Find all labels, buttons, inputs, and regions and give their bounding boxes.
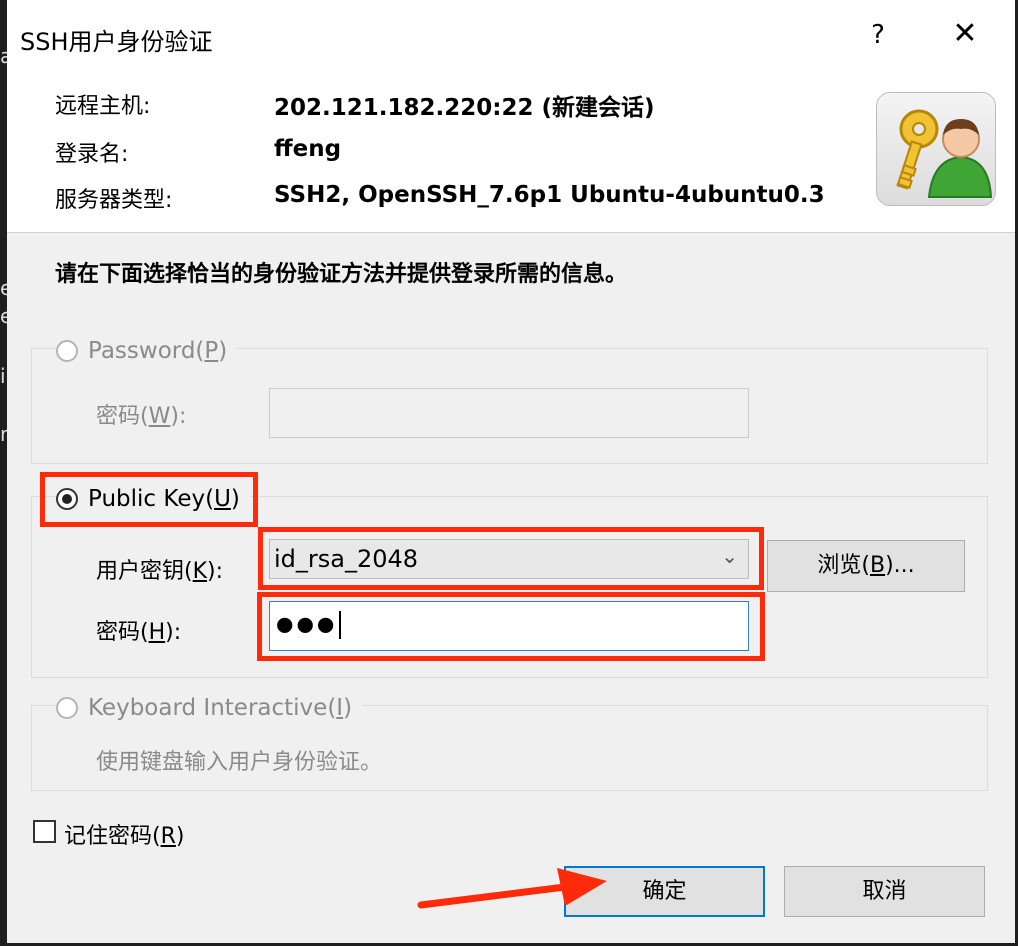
browse-button[interactable]: 浏览(B)... [767,540,965,592]
window-title: SSH用户身份验证 [20,28,213,56]
key-user-icon [876,92,996,206]
passphrase-label: 密码(H): [96,620,182,645]
remember-password-checkbox[interactable] [33,820,56,843]
edge-glyph: i [0,364,6,388]
password-field-label: 密码(W): [96,404,187,429]
remote-host-value: 202.121.182.220:22 (新建会话) [274,95,655,121]
password-field[interactable] [269,388,749,438]
keyboard-interactive-radio-button[interactable] [56,697,78,719]
publickey-radio-label: Public Key(U) [88,486,240,512]
user-key-label: 用户密钥(K): [96,559,224,584]
passphrase-mask: ●●● [276,611,338,636]
user-key-value: id_rsa_2048 [274,545,419,573]
instruction-text: 请在下面选择恰当的身份验证方法并提供登录所需的信息。 [55,262,628,287]
login-label: 登录名: [55,142,129,167]
background-window-edge: a e e i n [0,0,13,946]
publickey-radio[interactable]: Public Key(U) [56,486,250,512]
password-radio-label: Password(P) [88,338,228,364]
login-value: ffeng [274,136,342,162]
keyboard-interactive-description: 使用键盘输入用户身份验证。 [96,750,383,775]
user-key-select[interactable]: id_rsa_2048 ⌄ [269,539,749,579]
close-button[interactable]: ✕ [947,16,983,51]
help-button[interactable]: ? [863,20,893,50]
chevron-down-icon[interactable]: ⌄ [721,544,738,568]
keyboard-interactive-label: Keyboard Interactive(I) [88,695,353,721]
annotation-arrow-icon [417,868,607,909]
remember-password-label[interactable]: 记住密码(R) [64,818,184,850]
passphrase-field[interactable]: ●●● [269,601,749,651]
publickey-radio-button[interactable] [56,488,78,510]
cancel-button[interactable]: 取消 [784,866,985,917]
text-caret [339,611,342,639]
remote-host-label: 远程主机: [55,94,151,119]
password-radio-button[interactable] [56,340,78,362]
server-type-value: SSH2, OpenSSH_7.6p1 Ubuntu-4ubuntu0.3 [274,182,825,208]
title-bar[interactable]: SSH用户身份验证 ? ✕ [7,0,1015,76]
server-type-label: 服务器类型: [55,188,173,213]
password-radio[interactable]: Password(P) [56,338,238,364]
keyboard-interactive-radio[interactable]: Keyboard Interactive(I) [56,695,363,721]
